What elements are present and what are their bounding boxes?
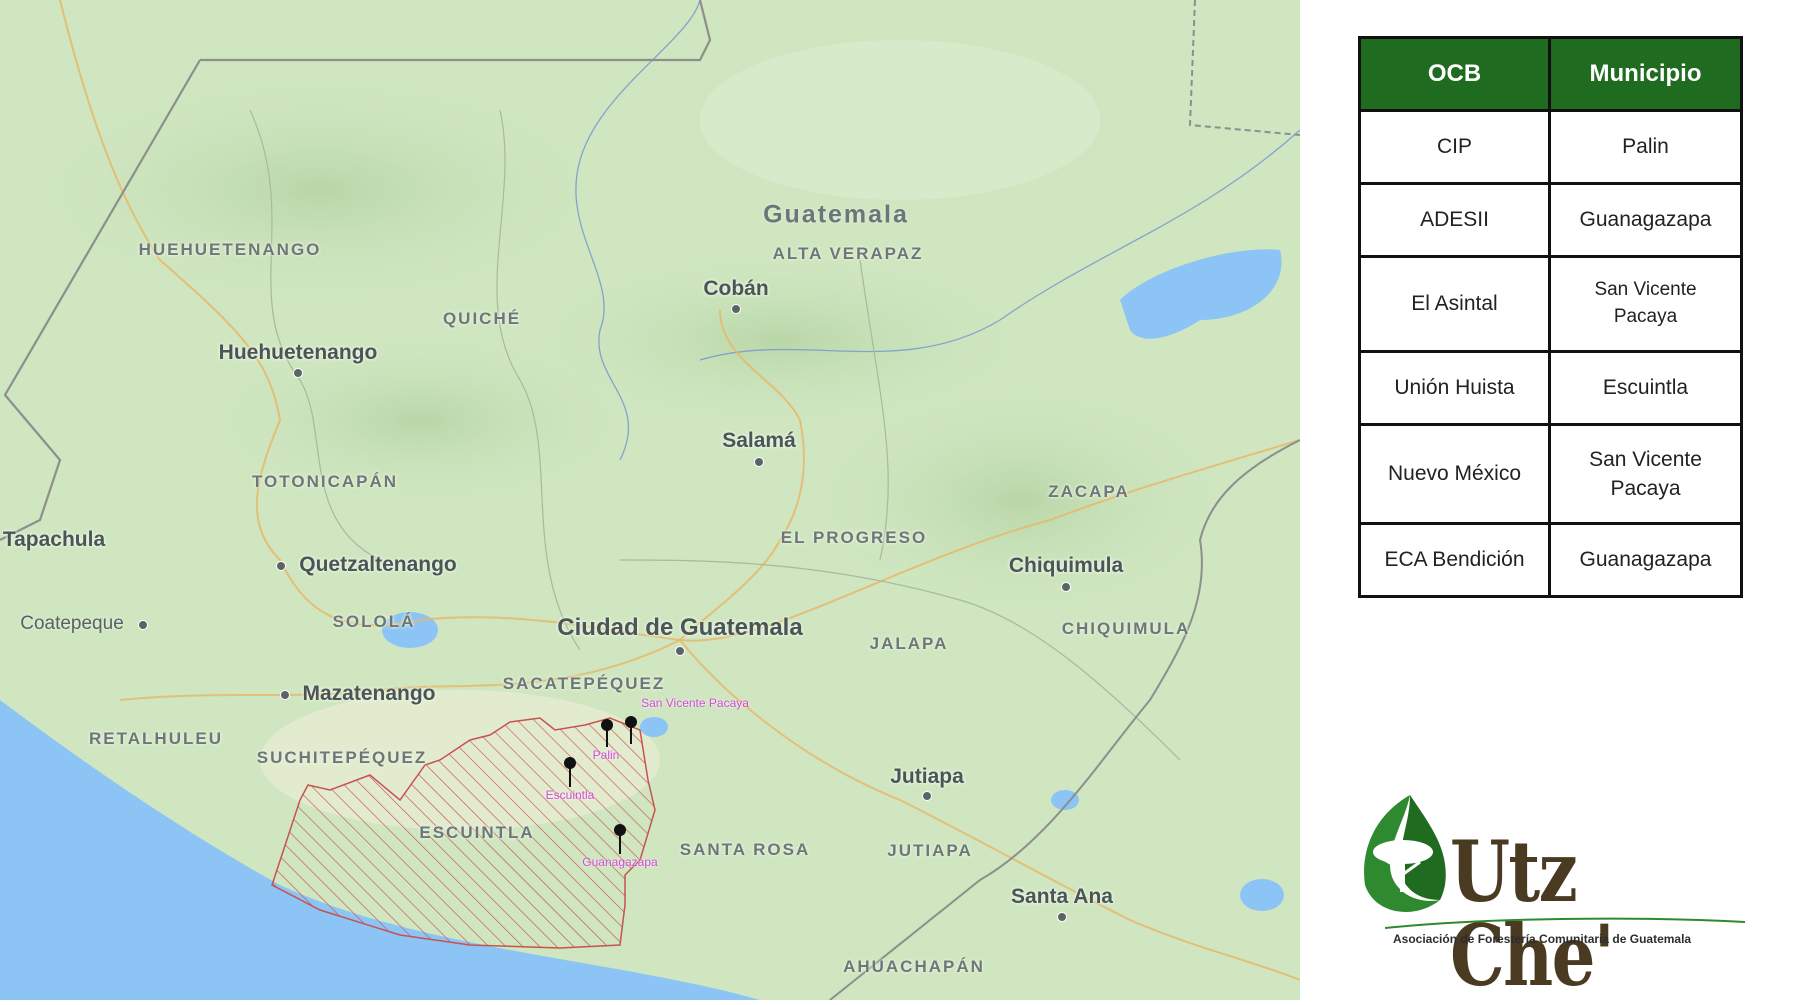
utz-che-logo: Utz Che' Asociación de Forestería Comuni… — [1355, 790, 1755, 998]
ocb-cell: CIP — [1358, 109, 1551, 185]
ocb-cell: El Asintal — [1358, 255, 1551, 353]
dept-label: SOLOLÁ — [332, 612, 416, 631]
map-pin-icon[interactable] — [619, 830, 621, 854]
dept-label: HUEHUETENANGO — [138, 240, 322, 259]
ocb-cell: Unión Huista — [1358, 350, 1551, 426]
header-ocb: OCB — [1358, 36, 1551, 112]
tree-leaf-icon — [1364, 795, 1446, 912]
marker-label: Palin — [592, 748, 620, 762]
map-pin-icon[interactable] — [569, 763, 571, 787]
country-label: Guatemala — [763, 200, 909, 229]
table-row: Nuevo México San Vicente Pacaya — [1358, 423, 1743, 525]
table-row: CIP Palin — [1358, 109, 1743, 185]
city-label[interactable]: Mazatenango — [302, 682, 435, 706]
marker-label: Escuintla — [545, 788, 595, 802]
dept-label: ALTA VERAPAZ — [772, 244, 924, 263]
table-row: El Asintal San Vicente Pacaya — [1358, 255, 1743, 353]
header-municipio: Municipio — [1548, 36, 1743, 112]
dept-label: EL PROGRESO — [780, 528, 928, 547]
municipio-cell: Palin — [1548, 109, 1743, 185]
dept-label: JUTIAPA — [887, 841, 973, 860]
city-label[interactable]: Huehuetenango — [219, 341, 378, 365]
marker-label: San Vicente Pacaya — [641, 696, 749, 710]
table-row: Unión Huista Escuintla — [1358, 350, 1743, 426]
ocb-cell: ECA Bendición — [1358, 522, 1551, 598]
city-label[interactable]: Santa Ana — [1011, 885, 1113, 909]
dept-label: SUCHITEPÉQUEZ — [256, 748, 428, 767]
city-label[interactable]: Quetzaltenango — [299, 553, 457, 577]
dept-label: SACATEPÉQUEZ — [502, 674, 666, 693]
dept-label: CHIQUIMULA — [1061, 619, 1191, 638]
city-dot — [675, 646, 685, 656]
dept-label: ESCUINTLA — [419, 823, 535, 842]
city-label[interactable]: Tapachula — [3, 528, 105, 552]
ocb-cell: Nuevo México — [1358, 423, 1551, 525]
municipio-cell: Escuintla — [1548, 350, 1743, 426]
dept-label: TOTONICAPÁN — [251, 472, 399, 491]
table-row: ECA Bendición Guanagazapa — [1358, 522, 1743, 598]
city-dot — [922, 791, 932, 801]
dept-label: AHUACHAPÁN — [843, 957, 985, 976]
city-dot — [293, 368, 303, 378]
logo-swoosh — [1385, 917, 1745, 929]
city-label[interactable]: Ciudad de Guatemala — [557, 614, 802, 642]
dept-label: ZACAPA — [1048, 482, 1130, 501]
ocb-table: OCB Municipio CIP Palin ADESII Guanagaza… — [1358, 36, 1743, 598]
city-dot — [138, 620, 148, 630]
city-label[interactable]: Salamá — [722, 429, 796, 453]
table-row: ADESII Guanagazapa — [1358, 182, 1743, 258]
municipio-cell: Guanagazapa — [1548, 522, 1743, 598]
city-dot — [754, 457, 764, 467]
map-pin-icon[interactable] — [606, 725, 608, 747]
logo-tagline: Asociación de Forestería Comunitaria de … — [1393, 932, 1692, 946]
marker-label: Guanagazapa — [582, 855, 658, 869]
dept-label: SANTA ROSA — [679, 840, 811, 859]
table-header-row: OCB Municipio — [1358, 36, 1743, 112]
ocb-cell: ADESII — [1358, 182, 1551, 258]
map[interactable]: Guatemala HUEHUETENANGO QUICHÉ ALTA VERA… — [0, 0, 1300, 1000]
dept-label: RETALHULEU — [89, 729, 223, 748]
city-label[interactable]: Jutiapa — [890, 765, 964, 789]
city-dot — [276, 561, 286, 571]
municipio-cell: San Vicente Pacaya — [1548, 255, 1743, 353]
city-dot — [1061, 582, 1071, 592]
map-pin-icon[interactable] — [630, 722, 632, 744]
city-dot — [280, 690, 290, 700]
city-dot — [1057, 912, 1067, 922]
city-dot — [731, 304, 741, 314]
dept-label: QUICHÉ — [442, 309, 522, 328]
municipio-cell: San Vicente Pacaya — [1548, 423, 1743, 525]
dept-label: JALAPA — [869, 634, 949, 653]
city-label[interactable]: Coatepeque — [20, 613, 124, 635]
city-label[interactable]: Cobán — [703, 277, 768, 301]
city-label[interactable]: Chiquimula — [1009, 554, 1123, 578]
municipio-cell: Guanagazapa — [1548, 182, 1743, 258]
